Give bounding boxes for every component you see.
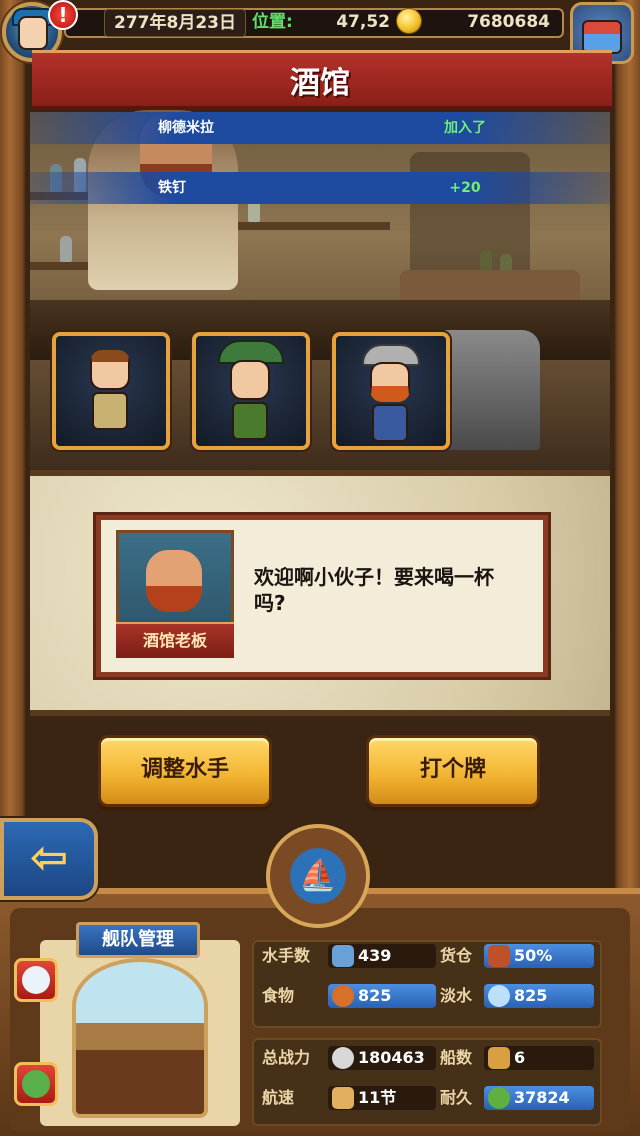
ships-label: 船数 <box>440 1048 473 1067</box>
reward-notification <box>30 172 610 204</box>
power-value: 180463 <box>328 1046 436 1070</box>
frog-face-icon <box>22 1070 50 1098</box>
power-label: 总战力 <box>262 1048 311 1067</box>
durability-label: 耐久 <box>440 1088 473 1107</box>
dialog-text: 欢迎啊小伙子！要来喝一杯吗? <box>254 565 494 615</box>
food-value: 825 <box>328 984 436 1008</box>
notification-value: +20 <box>449 180 481 196</box>
sailors-label: 水手数 <box>262 946 311 965</box>
ships-value: 6 <box>484 1046 594 1070</box>
play-cards-button[interactable]: 打个牌 <box>366 735 540 807</box>
tavern-keeper-icon <box>146 550 202 612</box>
crew-scholar-icon <box>90 350 130 390</box>
food-label: 食物 <box>262 986 295 1005</box>
notification-name: 柳德米拉 <box>158 120 214 136</box>
avatar-face-icon <box>18 16 48 50</box>
speed-label: 航速 <box>262 1088 295 1107</box>
repair-icon <box>488 1087 510 1109</box>
water-label: 淡水 <box>440 986 473 1005</box>
fleet-ship-image[interactable] <box>72 958 208 1118</box>
meat-icon <box>332 985 354 1007</box>
skull-icon <box>332 1047 354 1069</box>
water-value: 825 <box>484 984 594 1008</box>
notification-value: 加入了 <box>444 120 486 136</box>
gold-coin-icon <box>396 8 422 34</box>
crew-viking-icon <box>370 362 410 402</box>
back-arrow-icon: ⇦ <box>29 830 69 884</box>
boat-speed-icon <box>332 1087 354 1109</box>
crew-hunter-icon <box>230 360 270 400</box>
crew-card-3[interactable] <box>332 332 450 450</box>
durability-value: 37824 <box>484 1086 594 1110</box>
water-bottle-icon <box>488 985 510 1007</box>
join-notification <box>30 112 610 144</box>
cargo-crate-icon <box>488 945 510 967</box>
crew-card-1[interactable] <box>52 332 170 450</box>
adjust-crew-button[interactable]: 调整水手 <box>98 735 272 807</box>
speaker-tag: 酒馆老板 <box>116 622 234 658</box>
crew-body <box>372 404 408 442</box>
game-date: 277年8月23日 <box>104 9 246 37</box>
page-title: 酒馆 <box>290 66 350 101</box>
position-value: 47,52 <box>336 12 390 32</box>
position-label: 位置: <box>252 12 293 32</box>
sailors-value: 439 <box>328 944 436 968</box>
sailor-face-icon <box>22 966 50 994</box>
fleet-management-tag[interactable]: 舰队管理 <box>76 922 200 958</box>
crew-body <box>92 392 128 430</box>
treasure-chest-icon <box>582 20 622 54</box>
alert-badge-icon[interactable]: ! <box>48 0 78 30</box>
ship-icon: ⛵ <box>299 858 337 893</box>
sailor-icon <box>332 945 354 967</box>
speed-value: 11节 <box>328 1086 436 1110</box>
notification-name: 铁钉 <box>158 180 186 196</box>
crew-body <box>232 402 268 440</box>
cargo-label: 货仓 <box>440 946 473 965</box>
ship-count-icon <box>488 1047 510 1069</box>
gold-amount: 7680684 <box>467 12 550 32</box>
cargo-value: 50% <box>484 944 594 968</box>
bottle-icon <box>60 236 72 262</box>
crew-card-2[interactable] <box>192 332 310 450</box>
